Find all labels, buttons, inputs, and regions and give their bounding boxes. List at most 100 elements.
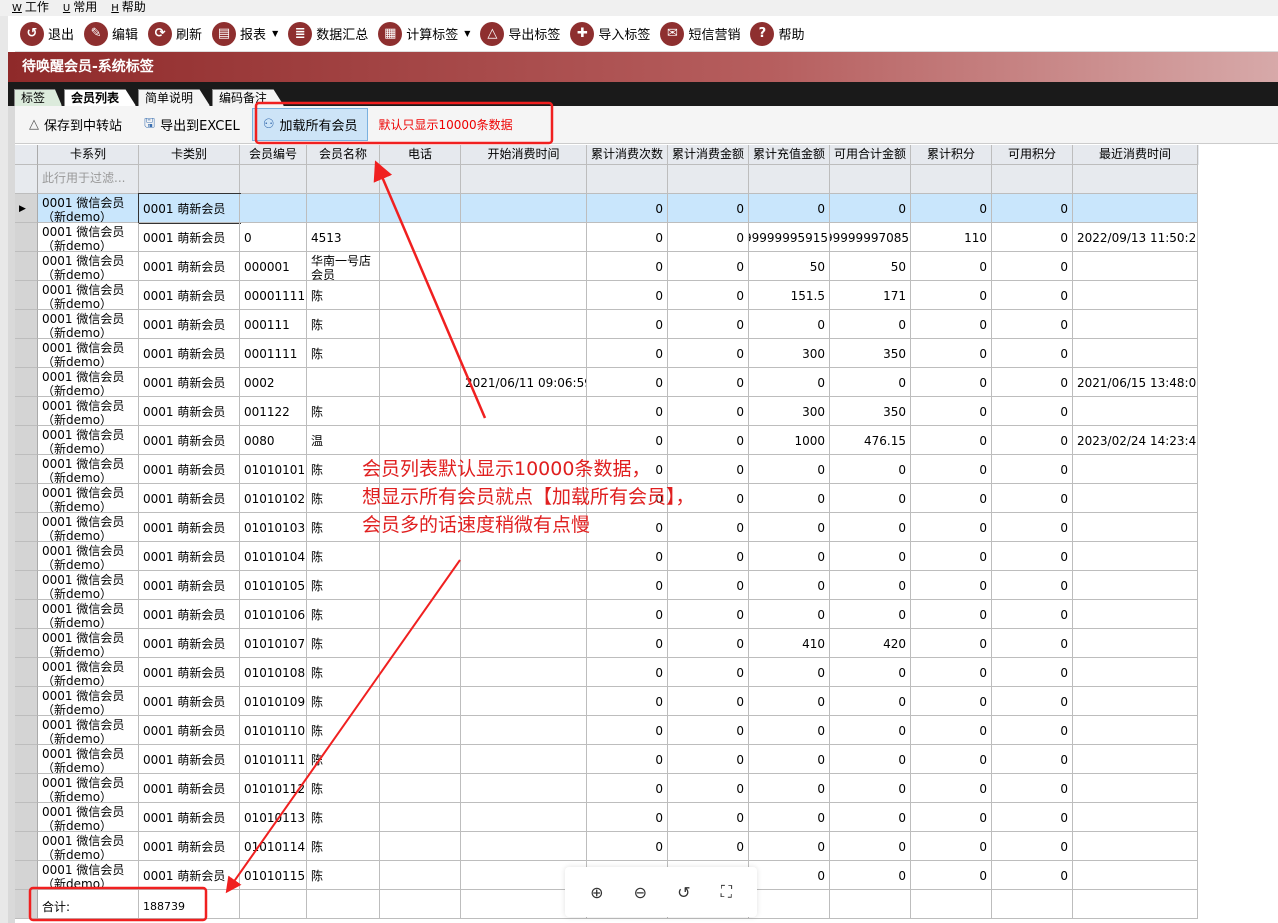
column-header[interactable]: 会员编号 bbox=[240, 145, 307, 165]
filter-cell[interactable]: 此行用于过滤... bbox=[38, 165, 139, 194]
column-header[interactable]: 电话 bbox=[380, 145, 461, 165]
rotate-icon[interactable]: ↺ bbox=[677, 883, 690, 902]
fit-screen-icon[interactable]: ⛶ bbox=[721, 882, 732, 902]
row-header[interactable] bbox=[15, 774, 38, 803]
table-row[interactable]: ▶ 0001 微信会员（新demo） 0001 萌新会员 0 0 0 0 0 0 bbox=[15, 193, 1199, 224]
row-header[interactable] bbox=[15, 832, 38, 861]
grid-empty-area bbox=[1199, 145, 1278, 923]
row-header[interactable] bbox=[15, 745, 38, 774]
toolbar-button-6[interactable]: △ 导出标签 bbox=[480, 21, 560, 46]
table-row[interactable]: 0001 微信会员（新demo） 0001 萌新会员 01010111 陈 0 0 0 0 0 0 bbox=[15, 745, 1199, 774]
column-header[interactable]: 累计充值金额 bbox=[749, 145, 830, 165]
row-header[interactable] bbox=[15, 571, 38, 600]
table-row[interactable]: 0001 微信会员（新demo） 0001 萌新会员 01010109 陈 0 0 0 0 0 0 bbox=[15, 687, 1199, 716]
table-row[interactable]: 0001 微信会员（新demo） 0001 萌新会员 01010114 陈 0 0 0 0 0 0 bbox=[15, 832, 1199, 861]
row-header[interactable] bbox=[15, 513, 38, 542]
filter-cell[interactable] bbox=[1073, 165, 1198, 194]
toolbar-button-7[interactable]: ✚ 导入标签 bbox=[570, 21, 650, 46]
toolbar-button-0[interactable]: ↺ 退出 bbox=[20, 21, 74, 46]
filter-cell[interactable] bbox=[380, 165, 461, 194]
toolbar-button-5[interactable]: ▦ 计算标签 ▼ bbox=[378, 21, 470, 46]
column-header[interactable]: 累计消费金额 bbox=[668, 145, 749, 165]
tab-0[interactable]: 标签 bbox=[14, 89, 63, 106]
table-cell bbox=[461, 658, 587, 687]
table-row[interactable]: 0001 微信会员（新demo） 0001 萌新会员 01010113 陈 0 0 0 0 0 0 bbox=[15, 803, 1199, 832]
table-row[interactable]: 0001 微信会员（新demo） 0001 萌新会员 000111 陈 0 0 0 0 0 0 bbox=[15, 310, 1199, 339]
row-header[interactable] bbox=[15, 803, 38, 832]
export-excel-button[interactable]: 🖫 导出到EXCEL bbox=[144, 114, 240, 136]
row-header[interactable] bbox=[15, 600, 38, 629]
column-header[interactable]: 累计消费次数 bbox=[587, 145, 668, 165]
column-header[interactable]: 可用积分 bbox=[992, 145, 1073, 165]
toolbar-button-8[interactable]: ✉ 短信营销 bbox=[660, 21, 740, 46]
table-row[interactable]: 0001 微信会员（新demo） 0001 萌新会员 0002 2021/06/11 … bbox=[15, 368, 1199, 397]
row-header[interactable] bbox=[15, 281, 38, 310]
table-row[interactable]: 0001 微信会员（新demo） 0001 萌新会员 0001111 陈 0 0 300 35… bbox=[15, 339, 1199, 368]
toolbar-button-1[interactable]: ✎ 编辑 bbox=[84, 21, 138, 46]
menu-1[interactable]: U 常用 bbox=[63, 0, 97, 16]
zoom-in-icon[interactable]: ⊕ bbox=[590, 883, 603, 902]
table-row[interactable]: 0001 微信会员（新demo） 0001 萌新会员 01010104 陈 0 0 0 0 0 0 bbox=[15, 542, 1199, 571]
row-header[interactable] bbox=[15, 658, 38, 687]
table-row[interactable]: 0001 微信会员（新demo） 0001 萌新会员 0 4513 0 0 99999995… bbox=[15, 223, 1199, 252]
column-header[interactable]: 卡系列 bbox=[38, 145, 139, 165]
table-row[interactable]: 0001 微信会员（新demo） 0001 萌新会员 000001 华南一号店会员 0 0… bbox=[15, 252, 1199, 281]
table-row[interactable]: 0001 微信会员（新demo） 0001 萌新会员 01010108 陈 0 0 0 0 0 0 bbox=[15, 658, 1199, 687]
row-header[interactable] bbox=[15, 484, 38, 513]
table-cell: 0001 萌新会员 bbox=[139, 658, 240, 687]
filter-cell[interactable] bbox=[240, 165, 307, 194]
filter-cell[interactable] bbox=[749, 165, 830, 194]
table-row[interactable]: 0001 微信会员（新demo） 0001 萌新会员 01010105 陈 0 0 0 0 0 0 bbox=[15, 571, 1199, 600]
column-header[interactable]: 可用合计金额 bbox=[830, 145, 911, 165]
table-row[interactable]: 0001 微信会员（新demo） 0001 萌新会员 01010106 陈 0 0 0 0 0 0 bbox=[15, 600, 1199, 629]
row-header[interactable] bbox=[15, 861, 38, 890]
toolbar-button-9[interactable]: ? 帮助 bbox=[750, 21, 804, 46]
filter-cell[interactable] bbox=[911, 165, 992, 194]
toolbar-button-2[interactable]: ⟳ 刷新 bbox=[148, 21, 202, 46]
row-header[interactable] bbox=[15, 629, 38, 658]
zoom-out-icon[interactable]: ⊖ bbox=[634, 883, 647, 902]
row-header[interactable] bbox=[15, 339, 38, 368]
row-header[interactable] bbox=[15, 368, 38, 397]
menu-0[interactable]: W 工作 bbox=[12, 0, 49, 16]
table-cell: 0 bbox=[911, 571, 992, 600]
toolbar-button-3[interactable]: ▤ 报表 ▼ bbox=[212, 21, 278, 46]
row-header[interactable] bbox=[15, 455, 38, 484]
column-header[interactable]: 最近消费时间 bbox=[1073, 145, 1198, 165]
filter-cell[interactable] bbox=[307, 165, 380, 194]
tab-3[interactable]: 编码备注 bbox=[212, 89, 285, 106]
filter-cell[interactable] bbox=[668, 165, 749, 194]
column-header[interactable]: 会员名称 bbox=[307, 145, 380, 165]
table-cell: 420 bbox=[830, 629, 911, 658]
save-to-transfer-button[interactable]: △ 保存到中转站 bbox=[29, 115, 122, 134]
filter-cell[interactable] bbox=[461, 165, 587, 194]
column-header[interactable]: 开始消费时间 bbox=[461, 145, 587, 165]
row-header[interactable] bbox=[15, 716, 38, 745]
row-header[interactable] bbox=[15, 687, 38, 716]
filter-cell[interactable] bbox=[992, 165, 1073, 194]
row-header[interactable] bbox=[15, 542, 38, 571]
menu-2[interactable]: H 帮助 bbox=[111, 0, 146, 16]
row-header[interactable] bbox=[15, 397, 38, 426]
row-header[interactable] bbox=[15, 252, 38, 281]
table-cell: 0 bbox=[668, 339, 749, 368]
row-header[interactable] bbox=[15, 426, 38, 455]
table-row[interactable]: 0001 微信会员（新demo） 0001 萌新会员 01010107 陈 0 0 410 4… bbox=[15, 629, 1199, 658]
table-row[interactable]: 0001 微信会员（新demo） 0001 萌新会员 01010112 陈 0 0 0 0 0 0 bbox=[15, 774, 1199, 803]
tab-1[interactable]: 会员列表 bbox=[64, 89, 137, 106]
toolbar-button-4[interactable]: ≣ 数据汇总 bbox=[288, 21, 368, 46]
column-header[interactable]: 累计积分 bbox=[911, 145, 992, 165]
table-row[interactable]: 0001 微信会员（新demo） 0001 萌新会员 001122 陈 0 0 300 350… bbox=[15, 397, 1199, 426]
row-header[interactable] bbox=[15, 310, 38, 339]
table-row[interactable]: 0001 微信会员（新demo） 0001 萌新会员 00001111 陈 0 0 151.… bbox=[15, 281, 1199, 310]
tab-2[interactable]: 简单说明 bbox=[138, 89, 211, 106]
filter-cell[interactable] bbox=[139, 165, 240, 194]
row-header[interactable] bbox=[15, 223, 38, 252]
filter-cell[interactable] bbox=[587, 165, 668, 194]
column-header[interactable]: 卡类别 bbox=[139, 145, 240, 165]
table-row[interactable]: 0001 微信会员（新demo） 0001 萌新会员 01010110 陈 0 0 0 0 0 0 bbox=[15, 716, 1199, 745]
filter-cell[interactable] bbox=[830, 165, 911, 194]
row-header[interactable]: ▶ bbox=[15, 194, 38, 223]
load-all-members-button[interactable]: ⚇ 加载所有会员 bbox=[251, 108, 369, 141]
table-row[interactable]: 0001 微信会员（新demo） 0001 萌新会员 0080 温 0 0 1000 476.… bbox=[15, 426, 1199, 455]
